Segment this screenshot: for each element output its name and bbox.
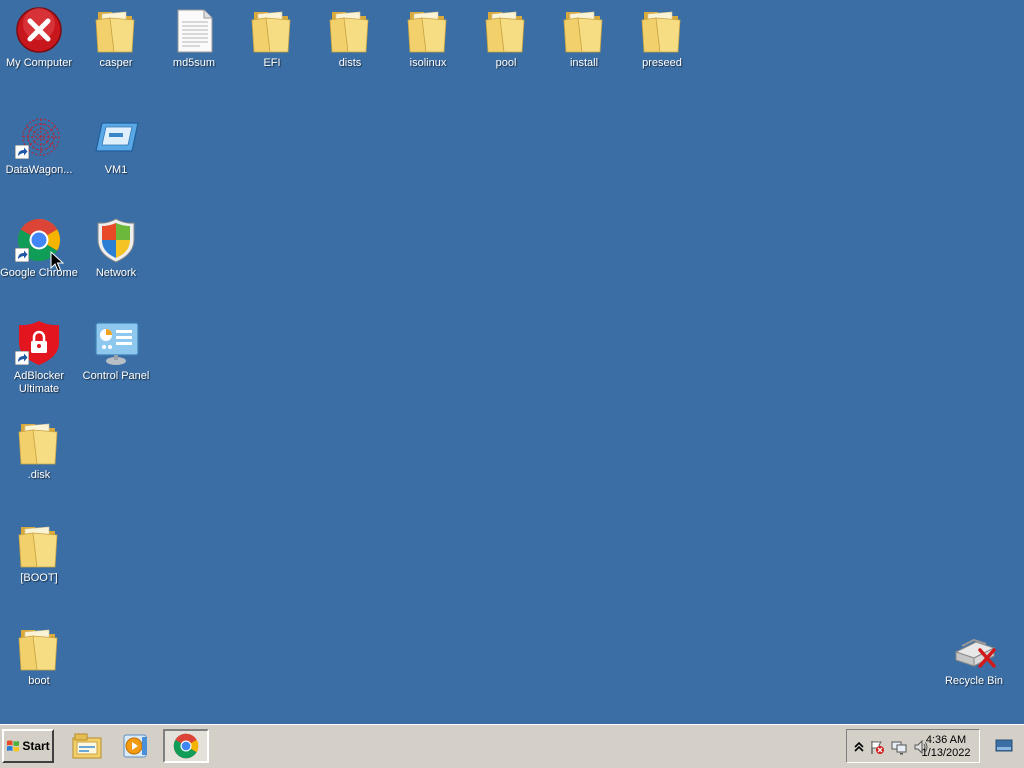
chrome-icon xyxy=(173,733,199,759)
show-hidden-icons-chevron-icon[interactable] xyxy=(851,739,867,755)
desktop-icon-label: Network xyxy=(95,267,137,279)
shortcut-arrow-icon xyxy=(15,351,29,365)
folder-icon xyxy=(92,6,140,54)
desktop: My Computer casper md5sum EFI dists isol… xyxy=(0,0,1024,724)
taskbar-media-player-button[interactable] xyxy=(112,729,158,763)
desktop-icon-disk[interactable]: .disk xyxy=(0,412,78,482)
desktop-icon-network[interactable]: Network xyxy=(77,210,155,280)
desktop-icon-control-panel[interactable]: Control Panel xyxy=(77,313,155,383)
desktop-icon-label: My Computer xyxy=(5,57,73,69)
desktop-icon-dists[interactable]: dists xyxy=(311,0,389,70)
show-desktop-button[interactable] xyxy=(984,729,1024,763)
desktop-icon-pool[interactable]: pool xyxy=(467,0,545,70)
desktop-icon-preseed[interactable]: preseed xyxy=(623,0,701,70)
media-player-icon xyxy=(123,734,147,758)
my-computer-icon xyxy=(15,6,63,54)
desktop-icon-google-chrome[interactable]: Google Chrome xyxy=(0,210,78,280)
chrome-icon xyxy=(15,216,63,264)
shortcut-arrow-icon xyxy=(15,145,29,159)
desktop-icon-label: preseed xyxy=(642,57,682,69)
folder-icon xyxy=(560,6,608,54)
desktop-icon-boot-bracket[interactable]: [BOOT] xyxy=(0,515,78,585)
folder-icon xyxy=(638,6,686,54)
text-file-icon xyxy=(170,6,218,54)
datawagon-icon xyxy=(15,113,63,161)
desktop-icon-label: boot xyxy=(28,675,50,687)
desktop-icon-label: Recycle Bin xyxy=(944,675,1004,687)
show-desktop-icon xyxy=(995,739,1013,752)
desktop-icon-label: .disk xyxy=(27,469,51,481)
desktop-icon-label: Google Chrome xyxy=(0,267,78,279)
folder-icon xyxy=(15,521,63,569)
control-panel-icon xyxy=(92,319,140,367)
folder-icon xyxy=(482,6,530,54)
windows-logo-icon xyxy=(7,740,20,752)
desktop-icon-label: md5sum xyxy=(172,57,216,69)
folder-icon xyxy=(15,624,63,672)
action-center-flag-icon[interactable] xyxy=(869,739,885,755)
desktop-icon-label: EFI xyxy=(263,57,281,69)
desktop-icon-efi[interactable]: EFI xyxy=(233,0,311,70)
desktop-icon-recycle-bin[interactable]: Recycle Bin xyxy=(935,618,1013,688)
taskbar-file-explorer-button[interactable] xyxy=(64,729,110,763)
desktop-icon-boot[interactable]: boot xyxy=(0,618,78,688)
taskbar-chrome-button[interactable] xyxy=(163,729,209,763)
folder-icon xyxy=(404,6,452,54)
desktop-icon-isolinux[interactable]: isolinux xyxy=(389,0,467,70)
desktop-icon-label: [BOOT] xyxy=(20,572,58,584)
desktop-icon-label: install xyxy=(569,57,599,69)
network-icon[interactable] xyxy=(891,739,907,755)
desktop-icon-datawagon[interactable]: DataWagon... xyxy=(0,107,78,177)
desktop-icon-casper[interactable]: casper xyxy=(77,0,155,70)
recycle-bin-icon xyxy=(950,624,998,672)
desktop-icon-label: VM1 xyxy=(104,164,128,176)
desktop-icon-install[interactable]: install xyxy=(545,0,623,70)
taskbar: Start 4:36 AM 1/13/2022 xyxy=(0,724,1024,768)
clock-time: 4:36 AM xyxy=(925,734,967,746)
folder-icon xyxy=(248,6,296,54)
remote-desktop-icon xyxy=(92,113,140,161)
start-button[interactable]: Start xyxy=(2,729,54,763)
desktop-icon-md5sum[interactable]: md5sum xyxy=(155,0,233,70)
desktop-icon-label: isolinux xyxy=(409,57,447,69)
shortcut-arrow-icon xyxy=(15,248,29,262)
desktop-icon-my-computer[interactable]: My Computer xyxy=(0,0,78,70)
clock-date: 1/13/2022 xyxy=(921,747,971,759)
desktop-icon-label: pool xyxy=(495,57,517,69)
desktop-icon-label: DataWagon... xyxy=(5,164,73,176)
clock[interactable]: 4:36 AM 1/13/2022 xyxy=(917,734,975,760)
desktop-icon-vm1[interactable]: VM1 xyxy=(77,107,155,177)
folder-icon xyxy=(326,6,374,54)
adblocker-shield-icon xyxy=(15,319,63,367)
desktop-icon-label: AdBlocker Ultimate xyxy=(13,370,65,395)
desktop-icon-adblocker[interactable]: AdBlocker Ultimate xyxy=(0,313,78,396)
desktop-icon-label: dists xyxy=(338,57,362,69)
desktop-icon-label: Control Panel xyxy=(82,370,150,382)
system-tray: 4:36 AM 1/13/2022 xyxy=(846,729,980,763)
file-explorer-icon xyxy=(72,733,102,759)
shield-icon xyxy=(92,216,140,264)
desktop-icon-label: casper xyxy=(99,57,133,69)
folder-icon xyxy=(15,418,63,466)
start-label: Start xyxy=(22,739,50,753)
